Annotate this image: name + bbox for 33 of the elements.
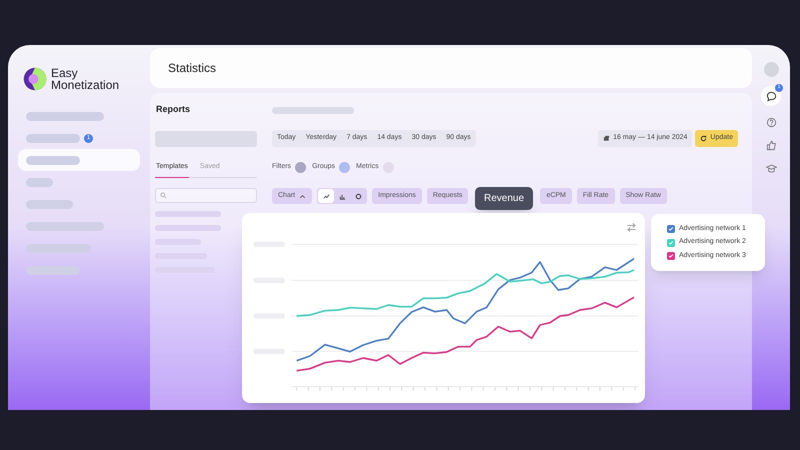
settings-button[interactable] — [626, 222, 637, 233]
skeleton-bar — [26, 178, 53, 186]
help-icon — [766, 116, 776, 128]
rail-button[interactable] — [764, 115, 778, 129]
sidebar-item-selected[interactable] — [18, 149, 140, 171]
donut-chart-icon — [354, 192, 362, 200]
rail-button[interactable] — [764, 138, 778, 152]
skeleton-bar — [26, 134, 80, 142]
skeleton-bar — [155, 211, 221, 217]
logo-icon — [23, 67, 47, 91]
skeleton-bar — [26, 156, 80, 164]
checkbox[interactable] — [667, 225, 675, 233]
bar-chart-icon — [338, 192, 346, 200]
section-title: Reports — [155, 103, 192, 116]
thumbs-up-icon — [766, 140, 776, 150]
checkbox[interactable] — [667, 252, 675, 260]
checkbox[interactable] — [667, 238, 675, 246]
swap-arrows-icon — [626, 222, 637, 233]
check-icon — [668, 226, 674, 232]
search-icon — [160, 192, 167, 199]
search-field[interactable] — [155, 188, 257, 203]
logo-text: Monetization — [51, 79, 120, 91]
chart-type-button[interactable] — [318, 189, 334, 203]
skeleton-bar — [26, 200, 73, 208]
check-icon — [668, 253, 674, 259]
page-title: Statistics — [168, 60, 216, 77]
check-icon — [668, 240, 674, 246]
line-chart-icon — [322, 192, 330, 200]
refresh-icon — [700, 135, 708, 142]
logo-text: Easy — [51, 67, 79, 79]
chat-icon — [766, 90, 776, 102]
tooltip: Revenue — [475, 187, 534, 210]
graduation-cap-icon — [766, 162, 776, 174]
